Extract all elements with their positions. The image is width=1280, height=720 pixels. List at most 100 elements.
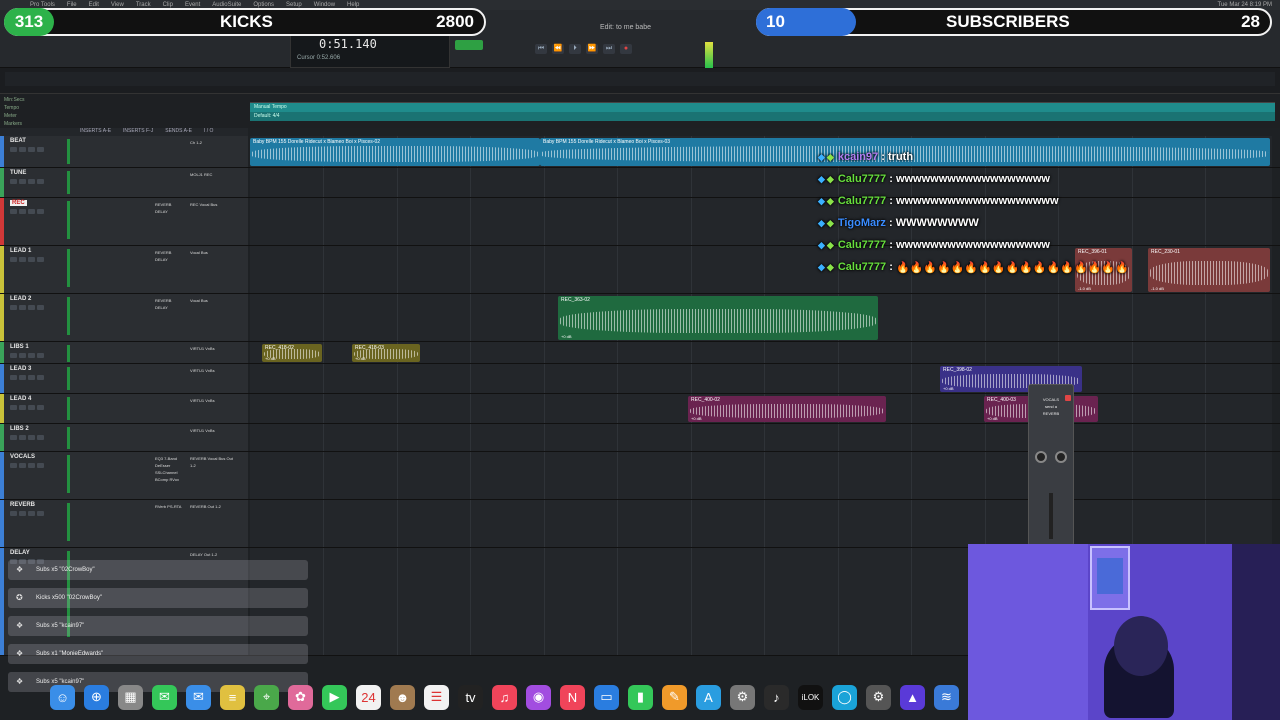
appstore-icon[interactable]: A <box>696 684 721 710</box>
launchpad-icon[interactable]: ▦ <box>118 684 143 710</box>
track-header[interactable]: LIBS 1 VIRTU1 VxBs <box>0 342 248 363</box>
track-header[interactable]: LEAD 4 VIRTU1 VxBs <box>0 394 248 423</box>
track-name[interactable]: TUNE <box>10 170 26 176</box>
track-name[interactable]: LEAD 3 <box>10 366 31 372</box>
end-button[interactable]: ⏭ <box>603 44 615 54</box>
input-monitor-button[interactable] <box>19 209 26 214</box>
podcasts-icon[interactable]: ◉ <box>526 684 551 710</box>
mute-button[interactable] <box>37 405 44 410</box>
audio-clip[interactable]: REC_363-02 +0 dB <box>558 296 878 340</box>
send-output-window[interactable]: VOCALS send a REVERB <box>1028 384 1074 546</box>
calendar-icon[interactable]: 24 <box>356 684 381 710</box>
utility-icon[interactable]: ⚙ <box>866 684 891 710</box>
track-name[interactable]: VOCALS <box>10 454 35 460</box>
track-name[interactable]: LEAD 1 <box>10 248 31 254</box>
rec-enable-button[interactable] <box>10 435 17 440</box>
mail-icon[interactable]: ✉ <box>186 684 211 710</box>
track-name[interactable]: LEAD 4 <box>10 396 31 402</box>
track-header[interactable]: LIBS 2 VIRTU1 VxBs <box>0 424 248 451</box>
rec-enable-button[interactable] <box>10 405 17 410</box>
track-name[interactable]: LEAD 2 <box>10 296 31 302</box>
track-io[interactable]: VIRTU1 VxBs <box>190 427 234 434</box>
track-header[interactable]: TUNE MOLJ1 REC <box>0 168 248 197</box>
reminders-icon[interactable]: ☰ <box>424 684 449 710</box>
input-monitor-button[interactable] <box>19 511 26 516</box>
music-icon[interactable]: ♫ <box>492 684 517 710</box>
close-icon[interactable] <box>1065 395 1071 401</box>
mute-button[interactable] <box>37 209 44 214</box>
keynote-icon[interactable]: ▭ <box>594 684 619 710</box>
mute-button[interactable] <box>37 511 44 516</box>
audio-clip[interactable]: REC_418-03 +0 dB <box>352 344 420 362</box>
mute-button[interactable] <box>37 179 44 184</box>
track-io[interactable]: Vocal Bus <box>190 297 234 304</box>
track-name[interactable]: LIBS 1 <box>10 344 29 350</box>
mute-button[interactable] <box>37 147 44 152</box>
track-io[interactable]: Ch 1-2 <box>190 139 234 146</box>
track-io[interactable]: VIRTU1 VxBs <box>190 367 234 374</box>
mute-button[interactable] <box>37 305 44 310</box>
min-secs-ruler[interactable] <box>250 95 1275 103</box>
solo-button[interactable] <box>28 305 35 310</box>
track-lane[interactable]: REC_400-02 +0 dB REC_400-03 +0 dB <box>250 394 1272 423</box>
solo-button[interactable] <box>28 209 35 214</box>
track-name[interactable]: REC <box>10 200 27 206</box>
input-monitor-button[interactable] <box>19 179 26 184</box>
track-header[interactable]: BEAT Ch 1-2 <box>0 136 248 167</box>
meter-ruler[interactable]: Default: 4/4 <box>250 112 1275 121</box>
appletv-icon[interactable]: tv <box>458 684 483 710</box>
input-monitor-button[interactable] <box>19 147 26 152</box>
finder-icon[interactable]: ☺ <box>50 684 75 710</box>
audio-clip[interactable]: Baby BPM 155 Dorelle Ridecut x Blameo Bo… <box>250 138 540 166</box>
photos-icon[interactable]: ✿ <box>288 684 313 710</box>
rec-enable-button[interactable] <box>10 511 17 516</box>
track-inserts[interactable]: REVERB DELAY <box>155 201 185 215</box>
track-io[interactable]: DELAY Out 1-2 <box>190 551 234 558</box>
track-name[interactable]: LIBS 2 <box>10 426 29 432</box>
mute-button[interactable] <box>37 463 44 468</box>
waves-icon[interactable]: ≋ <box>934 684 959 710</box>
mute-button[interactable] <box>37 375 44 380</box>
rec-enable-button[interactable] <box>10 463 17 468</box>
rewind-button[interactable]: ⏪ <box>552 44 564 54</box>
avid-icon[interactable]: ▲ <box>900 684 925 710</box>
rec-enable-button[interactable] <box>10 257 17 262</box>
track-inserts[interactable]: EQ3 7-Band DeEsser SSLChannel BComp RVox <box>155 455 185 483</box>
track-io[interactable]: VIRTU1 VxBs <box>190 345 234 352</box>
solo-button[interactable] <box>28 463 35 468</box>
pages-icon[interactable]: ✎ <box>662 684 687 710</box>
mute-button[interactable] <box>37 257 44 262</box>
rec-enable-button[interactable] <box>10 305 17 310</box>
solo-button[interactable] <box>28 147 35 152</box>
obs-icon[interactable]: ◯ <box>832 684 857 710</box>
send-bus[interactable]: REVERB <box>1029 411 1073 416</box>
solo-button[interactable] <box>28 257 35 262</box>
numbers-icon[interactable]: ▮ <box>628 684 653 710</box>
solo-button[interactable] <box>28 435 35 440</box>
track-inserts[interactable]: RVerb PS-RTA <box>155 503 185 510</box>
contacts-icon[interactable]: ☻ <box>390 684 415 710</box>
track-lane[interactable] <box>250 424 1272 451</box>
track-header[interactable]: REC REVERB DELAY REC Vocal Bus <box>0 198 248 245</box>
send-fader[interactable] <box>1049 493 1053 539</box>
solo-button[interactable] <box>28 375 35 380</box>
audio-clip[interactable]: REC_400-02 +0 dB <box>688 396 886 422</box>
track-header[interactable]: LEAD 2 REVERB DELAY Vocal Bus <box>0 294 248 341</box>
track-inserts[interactable]: REVERB DELAY <box>155 249 185 263</box>
messages-icon[interactable]: ✉ <box>152 684 177 710</box>
track-lane[interactable]: Baby BPM 155 Dorelle Ridecut x Blameo Bo… <box>250 136 1272 167</box>
input-monitor-button[interactable] <box>19 353 26 358</box>
track-lane[interactable] <box>250 168 1272 197</box>
track-io[interactable]: REC Vocal Bus <box>190 201 234 208</box>
solo-button[interactable] <box>28 353 35 358</box>
protools-icon[interactable]: ♪ <box>764 684 789 710</box>
rec-enable-button[interactable] <box>10 147 17 152</box>
input-monitor-button[interactable] <box>19 463 26 468</box>
input-monitor-button[interactable] <box>19 375 26 380</box>
punch-toggle[interactable] <box>455 40 483 50</box>
record-button[interactable]: ● <box>620 44 632 54</box>
send-pan-knob[interactable] <box>1055 451 1067 463</box>
input-monitor-button[interactable] <box>19 405 26 410</box>
universe-view[interactable] <box>5 72 1275 86</box>
track-name[interactable]: BEAT <box>10 138 26 144</box>
